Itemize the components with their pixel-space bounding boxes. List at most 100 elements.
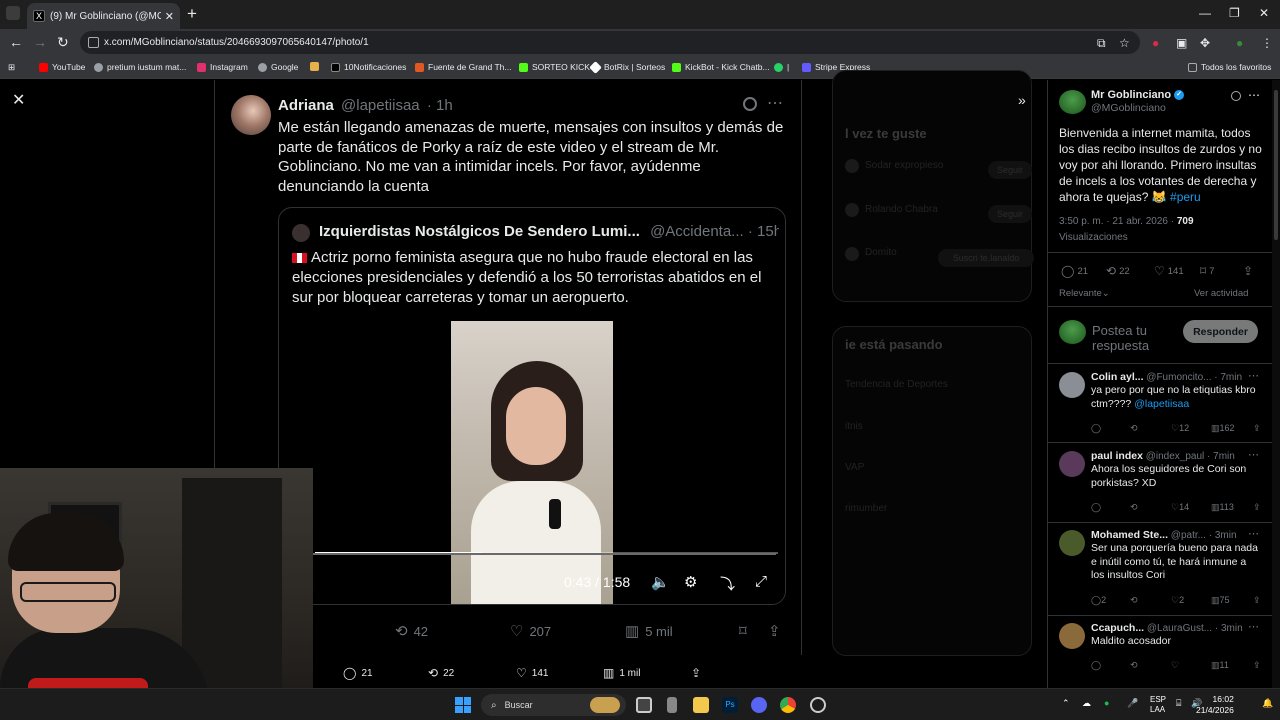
bookmark-star-icon[interactable]: ☆ xyxy=(1119,36,1130,50)
like-button[interactable]: ♡ 14 xyxy=(1171,502,1189,513)
scrollbar[interactable] xyxy=(1272,80,1280,688)
more-options-icon[interactable]: ⋯ xyxy=(1248,448,1259,461)
bookmark-whatsapp[interactable]: | xyxy=(774,62,789,72)
repost-icon[interactable]: ⟲ xyxy=(1130,660,1138,671)
views-button[interactable]: ▥ 162 xyxy=(1211,423,1235,434)
share-icon[interactable]: ⇪ xyxy=(1253,660,1261,671)
grok-icon[interactable] xyxy=(1231,91,1241,101)
browser-menu-icon[interactable]: ⋮ xyxy=(1261,36,1273,50)
reload-icon[interactable]: ↻ xyxy=(57,34,69,51)
discord-icon[interactable] xyxy=(751,697,767,713)
repost-button[interactable]: ⟲ 22 xyxy=(428,666,454,680)
repost-icon[interactable]: ⟲ xyxy=(1130,595,1138,606)
close-photo-icon[interactable]: ✕ xyxy=(12,90,25,110)
reply-submit-button[interactable]: Responder xyxy=(1183,320,1258,343)
task-view-icon[interactable] xyxy=(636,697,652,713)
bookmark-kickbot[interactable]: KickBot - Kick Chatb... xyxy=(672,62,770,72)
browser-tab-active[interactable]: X (9) Mr Goblinciano (@MGoblinciano) ✕ xyxy=(27,3,180,29)
more-options-icon[interactable]: ⋯ xyxy=(1248,369,1259,382)
tab-list-button[interactable] xyxy=(6,6,20,20)
share-icon[interactable]: ⇪ xyxy=(1253,502,1261,513)
bookmark-youtube[interactable]: YouTube xyxy=(39,62,85,72)
new-tab-button[interactable]: + xyxy=(187,4,197,24)
bookmark-notificaciones[interactable]: 10Notificaciones xyxy=(331,62,406,72)
bookmark-gta-source[interactable]: Fuente de Grand Th... xyxy=(415,62,511,72)
like-button[interactable]: ♡ 141 xyxy=(516,666,548,680)
window-close-icon[interactable]: ✕ xyxy=(1259,6,1269,20)
tray-app-icon[interactable]: ● xyxy=(1104,698,1109,708)
reply-button[interactable]: ◯ 21 xyxy=(343,666,373,680)
list-item[interactable]: Ccapuch... @LauraGust... · 3min ⋯ Maldit… xyxy=(1048,615,1272,688)
reply-icon[interactable]: ◯ xyxy=(1091,423,1101,434)
windows-start-icon[interactable] xyxy=(455,697,471,713)
chrome-icon[interactable] xyxy=(780,697,796,713)
close-tab-icon[interactable]: ✕ xyxy=(165,10,174,23)
share-button[interactable]: ⇪ xyxy=(691,666,706,680)
hashtag-link[interactable]: #peru xyxy=(1170,190,1201,204)
scrollbar-thumb[interactable] xyxy=(1274,90,1278,240)
reply-button[interactable]: ◯ 2 xyxy=(1091,595,1106,606)
install-app-icon[interactable]: ⧉ xyxy=(1097,36,1106,51)
views-button[interactable]: ▥ 1 mil xyxy=(603,666,640,680)
post-author-name-wrap[interactable]: Mr Goblinciano ✓ xyxy=(1091,89,1185,101)
like-button[interactable]: ♡ 12 xyxy=(1171,423,1189,434)
back-arrow-icon[interactable]: ← xyxy=(9,34,23,50)
extension-icon[interactable]: ▣ xyxy=(1176,36,1187,50)
extensions-puzzle-icon[interactable]: ✥ xyxy=(1200,36,1210,50)
language-indicator[interactable]: ESP LAA xyxy=(1150,695,1166,715)
repost-button[interactable]: ⟲ 22 xyxy=(1106,264,1130,278)
like-button[interactable]: ♡ 2 xyxy=(1171,595,1184,606)
file-explorer-icon[interactable] xyxy=(693,697,709,713)
show-hidden-icons-icon[interactable]: ⌃ xyxy=(1062,698,1070,709)
bookmark-button[interactable]: ⌑ 7 xyxy=(1200,264,1214,278)
system-clock[interactable]: 16:02 21/4/2026 xyxy=(1196,694,1234,716)
reply-icon[interactable]: ◯ xyxy=(1091,502,1101,513)
forward-arrow-icon[interactable]: → xyxy=(33,34,47,50)
more-options-icon[interactable]: ⋯ xyxy=(1248,620,1259,633)
share-icon[interactable]: ⇪ xyxy=(1253,595,1261,606)
app-icon[interactable] xyxy=(667,697,677,713)
bookmark-pretium[interactable]: pretium iustum mat... xyxy=(94,62,186,72)
avatar[interactable] xyxy=(1059,372,1085,398)
post-author-handle[interactable]: @MGoblinciano xyxy=(1091,102,1166,114)
taskbar-search[interactable]: ⌕ Buscar xyxy=(481,694,626,716)
avatar[interactable] xyxy=(1059,451,1085,477)
maximize-icon[interactable]: ❐ xyxy=(1229,6,1240,20)
reply-input[interactable]: Postea tu respuesta xyxy=(1092,323,1182,353)
microphone-icon[interactable]: 🎤 xyxy=(1127,698,1138,709)
apps-grid-icon[interactable]: ⊞ xyxy=(8,62,15,73)
extension-red-icon[interactable]: ● xyxy=(1152,36,1159,50)
app-icon[interactable] xyxy=(810,697,826,713)
list-item[interactable]: paul index @index_paul · 7min ⋯ Ahora lo… xyxy=(1048,443,1272,521)
address-bar[interactable]: x.com/MGoblinciano/status/20466930970656… xyxy=(80,31,1140,54)
like-button[interactable]: ♡ 141 xyxy=(1154,264,1184,278)
minimize-icon[interactable]: — xyxy=(1199,6,1211,20)
bookmark-unnamed[interactable] xyxy=(310,62,323,71)
more-options-icon[interactable]: ⋯ xyxy=(1248,88,1260,102)
notifications-icon[interactable]: 🔔 xyxy=(1262,698,1273,709)
avatar[interactable] xyxy=(1059,530,1085,556)
bookmark-botrix[interactable]: BotRix | Sorteos xyxy=(589,60,665,74)
list-item[interactable]: Colin ayl... @Fumoncito... · 7min ⋯ ya p… xyxy=(1048,364,1272,442)
more-options-icon[interactable]: ⋯ xyxy=(1248,527,1259,540)
bookmark-sorteo-kick[interactable]: SORTEO KICK xyxy=(519,62,590,72)
reply-button[interactable]: ◯ 21 xyxy=(1061,264,1088,278)
bookmark-instagram[interactable]: Instagram xyxy=(197,62,248,72)
expand-panel-icon[interactable]: » xyxy=(1018,92,1026,108)
reply-icon[interactable]: ◯ xyxy=(1091,660,1101,671)
bookmark-google[interactable]: Google xyxy=(258,62,298,72)
repost-icon[interactable]: ⟲ xyxy=(1130,423,1138,434)
view-activity-link[interactable]: Ver actividad xyxy=(1194,288,1248,299)
mention-link[interactable]: @lapetiisaa xyxy=(1134,398,1189,410)
heart-icon[interactable]: ♡ xyxy=(1171,660,1179,671)
repost-icon[interactable]: ⟲ xyxy=(1130,502,1138,513)
views-button[interactable]: ▥ 11 xyxy=(1211,660,1229,671)
all-bookmarks-button[interactable]: Todos los favoritos xyxy=(1188,62,1271,72)
tray-app-icon[interactable]: ☁ xyxy=(1082,698,1091,709)
avatar[interactable] xyxy=(1059,623,1085,649)
photoshop-icon[interactable]: Ps xyxy=(722,697,738,713)
views-button[interactable]: ▥ 75 xyxy=(1211,595,1230,606)
share-icon[interactable]: ⇪ xyxy=(1253,423,1261,434)
network-icon[interactable]: ⌸ xyxy=(1176,698,1181,709)
views-button[interactable]: ▥ 113 xyxy=(1211,502,1234,513)
